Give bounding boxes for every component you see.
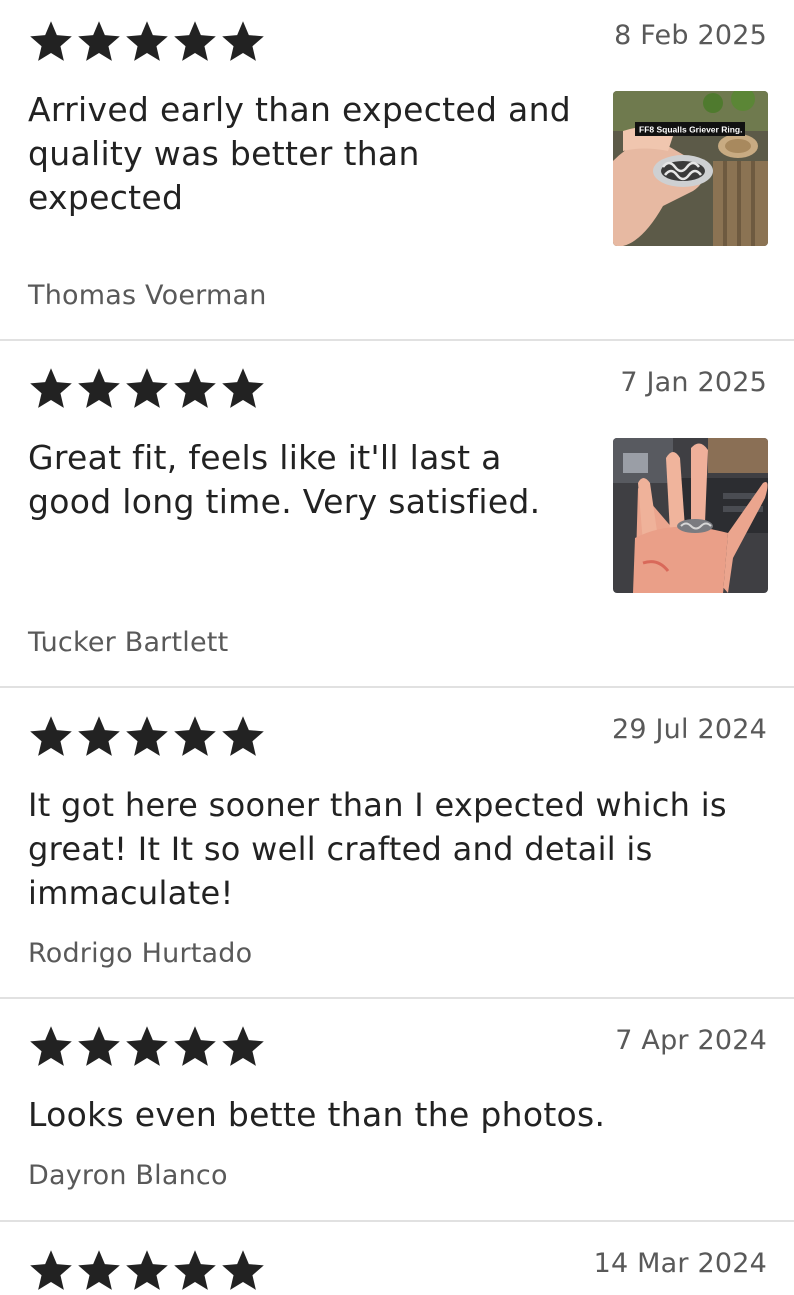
review-text: Arrived early than expected and quality … [28, 88, 571, 220]
star-filled-icon [172, 1248, 218, 1294]
star-filled-icon [76, 366, 122, 412]
review-date: 8 Feb 2025 [614, 20, 767, 51]
star-rating [28, 714, 266, 760]
star-rating [28, 366, 266, 412]
review-text-line: immaculate! [28, 874, 234, 912]
review-card: 14 Mar 2024 [0, 1222, 794, 1295]
star-filled-icon [28, 366, 74, 412]
review-photo[interactable]: FF8 Squalls Griever Ring. [613, 91, 768, 246]
star-filled-icon [124, 714, 170, 760]
star-filled-icon [124, 19, 170, 65]
star-filled-icon [28, 1248, 74, 1294]
review-text: Great fit, feels like it'll last a good … [28, 436, 540, 524]
review-date: 29 Jul 2024 [611, 714, 767, 745]
review-text-line: expected [28, 178, 184, 217]
star-filled-icon [220, 714, 266, 760]
star-filled-icon [124, 1024, 170, 1070]
review-author[interactable]: Thomas Voerman [28, 280, 267, 311]
star-filled-icon [28, 19, 74, 65]
review-text: It got here sooner than I expected which… [28, 783, 727, 915]
review-date: 14 Mar 2024 [593, 1248, 767, 1279]
review-text: Looks even bette than the photos. [28, 1093, 605, 1137]
photo-caption: FF8 Squalls Griever Ring. [639, 125, 742, 135]
review-text-line: quality was better than [28, 134, 420, 173]
star-filled-icon [28, 714, 74, 760]
review-text-line: Arrived early than expected and [28, 90, 572, 129]
star-rating [28, 19, 266, 65]
review-card: 7 Jan 2025 Great fit, feels like it'll l… [0, 341, 794, 688]
star-filled-icon [124, 1248, 170, 1294]
review-date: 7 Jan 2025 [620, 367, 767, 398]
star-filled-icon [220, 1248, 266, 1294]
review-text-line: Great fit, feels like it'll last a [28, 438, 502, 477]
star-filled-icon [76, 714, 122, 760]
star-filled-icon [220, 19, 266, 65]
review-photo[interactable] [613, 438, 768, 593]
star-filled-icon [220, 1024, 266, 1070]
review-author[interactable]: Tucker Bartlett [28, 627, 228, 658]
review-text-line: good long time. Very satisfied. [28, 482, 541, 521]
review-card: 8 Feb 2025 Arrived early than expected a… [0, 0, 794, 341]
star-rating [28, 1248, 266, 1294]
review-card: 7 Apr 2024 Looks even bette than the pho… [0, 999, 794, 1222]
star-filled-icon [172, 1024, 218, 1070]
star-filled-icon [172, 19, 218, 65]
review-author[interactable]: Dayron Blanco [28, 1160, 228, 1191]
review-text-line: It got here sooner than I expected which… [28, 786, 727, 824]
star-filled-icon [172, 366, 218, 412]
review-date: 7 Apr 2024 [615, 1025, 767, 1056]
star-filled-icon [76, 19, 122, 65]
star-filled-icon [220, 366, 266, 412]
star-filled-icon [124, 366, 170, 412]
review-text-line: Looks even bette than the photos. [28, 1095, 606, 1134]
star-filled-icon [76, 1024, 122, 1070]
star-filled-icon [76, 1248, 122, 1294]
star-rating [28, 1024, 266, 1070]
review-author[interactable]: Rodrigo Hurtado [28, 938, 252, 969]
star-filled-icon [172, 714, 218, 760]
review-text-line: great! It It so well crafted and detail … [28, 830, 653, 868]
review-card: 29 Jul 2024 It got here sooner than I ex… [0, 688, 794, 999]
star-filled-icon [28, 1024, 74, 1070]
